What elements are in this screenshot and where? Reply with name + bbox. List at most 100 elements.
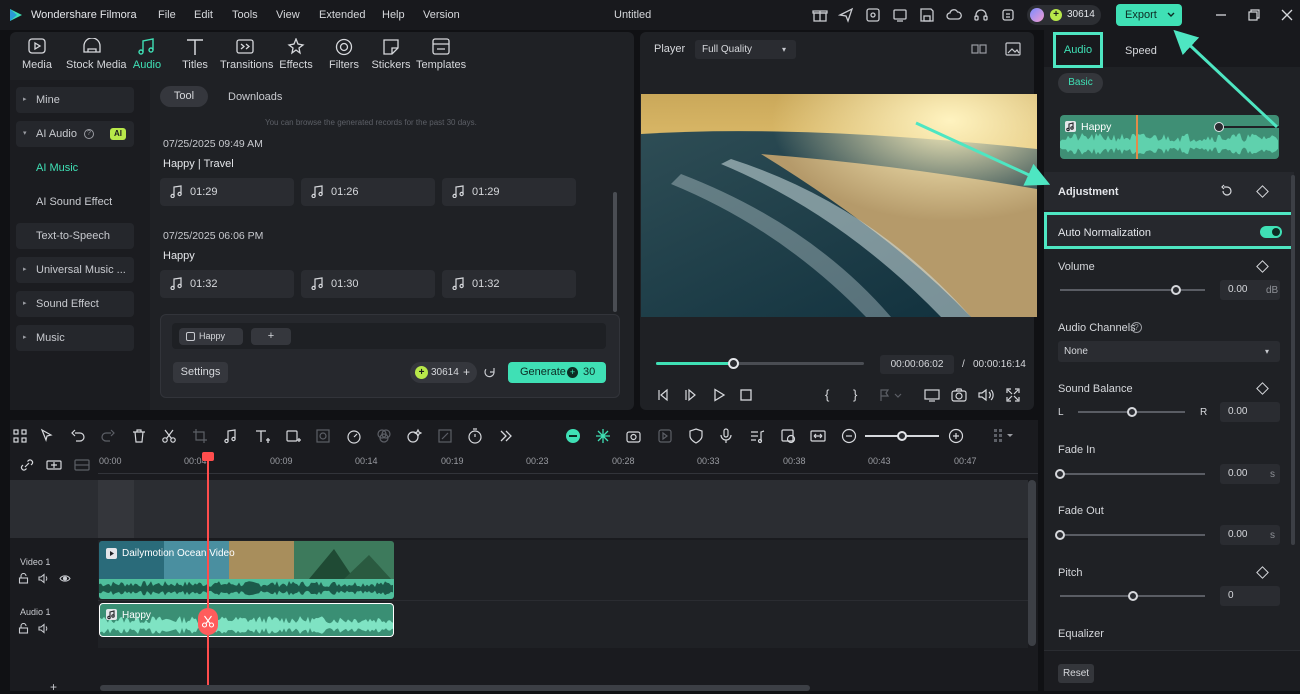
- play-icon[interactable]: [712, 388, 726, 402]
- sidebar-item-ai-music[interactable]: AI Music: [36, 162, 78, 174]
- mask-icon[interactable]: [315, 428, 331, 444]
- track-manager-icon[interactable]: [74, 458, 90, 472]
- ai-tool-icon[interactable]: [406, 428, 422, 444]
- tab-audio[interactable]: Audio: [122, 38, 172, 71]
- credits-chip[interactable]: + 30614 +: [410, 362, 477, 383]
- stabilize-icon[interactable]: [657, 428, 673, 444]
- menu-file[interactable]: File: [158, 9, 176, 21]
- tab-stickers[interactable]: Stickers: [366, 38, 416, 71]
- audio-edit-icon[interactable]: [222, 428, 238, 444]
- mute-icon[interactable]: [38, 623, 50, 634]
- text-tool-icon[interactable]: [254, 428, 270, 444]
- ai-enhance-icon[interactable]: [595, 428, 611, 444]
- zoom-in-icon[interactable]: [948, 428, 964, 444]
- marker-icon[interactable]: [879, 388, 903, 402]
- pitch-knob[interactable]: [1127, 591, 1138, 601]
- timeline-vertical-scrollbar[interactable]: [1028, 480, 1036, 646]
- preview-volume-line[interactable]: [1219, 126, 1279, 128]
- headset-icon[interactable]: [973, 7, 989, 23]
- close-icon[interactable]: [1279, 7, 1295, 23]
- cloud-icon[interactable]: [946, 7, 962, 23]
- snapshot-icon[interactable]: [626, 428, 642, 444]
- camera-icon[interactable]: [951, 388, 967, 402]
- empty-track-area[interactable]: [10, 480, 1028, 538]
- more-tools-icon[interactable]: [498, 428, 514, 444]
- prev-frame-icon[interactable]: [656, 388, 670, 402]
- sidebar-item-sound-effect[interactable]: ▸ Sound Effect: [16, 291, 134, 317]
- delete-icon[interactable]: [131, 428, 147, 444]
- reset-adjustment-icon[interactable]: [1220, 184, 1234, 198]
- save-icon[interactable]: [919, 7, 935, 23]
- refresh-icon[interactable]: [483, 366, 496, 379]
- sidebar-item-universal-music[interactable]: ▸ Universal Music ...: [16, 257, 134, 283]
- shape-tool-icon[interactable]: [285, 428, 301, 444]
- display-icon[interactable]: [924, 388, 940, 402]
- tab-effects[interactable]: Effects: [271, 38, 321, 71]
- video-preview[interactable]: [641, 94, 1037, 317]
- time-ruler[interactable]: [98, 452, 1038, 474]
- fade-out-knob[interactable]: [1055, 530, 1065, 540]
- tab-tool[interactable]: Tool: [160, 86, 208, 107]
- mute-icon[interactable]: [38, 573, 50, 584]
- select-tool-icon[interactable]: [39, 428, 55, 444]
- redo-icon[interactable]: [100, 428, 116, 444]
- music-list-icon[interactable]: [749, 428, 765, 444]
- menu-view[interactable]: View: [276, 9, 300, 21]
- stop-icon[interactable]: [739, 388, 753, 402]
- templates-tb-icon[interactable]: [865, 7, 881, 23]
- tab-titles[interactable]: Titles: [170, 38, 220, 71]
- screen-icon[interactable]: [892, 7, 908, 23]
- compare-icon[interactable]: [971, 42, 987, 56]
- play-reverse-icon[interactable]: [684, 388, 698, 402]
- generate-button[interactable]: Generate + 30: [508, 362, 606, 383]
- layout-grid-icon[interactable]: [12, 428, 28, 444]
- fade-in-slider[interactable]: [1060, 473, 1205, 475]
- tab-stock-media[interactable]: Stock Media: [66, 38, 127, 71]
- zoom-knob[interactable]: [897, 431, 907, 441]
- timeline-horizontal-scrollbar[interactable]: [100, 685, 810, 691]
- help-icon[interactable]: ?: [1131, 322, 1142, 333]
- credits-badge[interactable]: + 30614: [1027, 5, 1101, 25]
- inspector-scrollbar[interactable]: [1291, 175, 1295, 545]
- volume-slider[interactable]: [1060, 289, 1205, 291]
- music-track-tile[interactable]: 01:32: [160, 270, 294, 298]
- zoom-slider[interactable]: [865, 431, 939, 441]
- menu-extended[interactable]: Extended: [319, 9, 365, 21]
- crop-icon[interactable]: [192, 428, 208, 444]
- zoom-out-icon[interactable]: [841, 428, 857, 444]
- fullscreen-icon[interactable]: [1006, 388, 1020, 402]
- tab-speed-inspector[interactable]: Speed: [1125, 45, 1157, 57]
- shield-icon[interactable]: [688, 428, 704, 444]
- tag-chip[interactable]: Happy: [179, 328, 243, 345]
- speed-icon[interactable]: [346, 428, 362, 444]
- gift-icon[interactable]: [812, 7, 828, 23]
- sidebar-item-ai-sound-effect[interactable]: AI Sound Effect: [36, 196, 112, 208]
- menu-tools[interactable]: Tools: [232, 9, 258, 21]
- sound-balance-knob[interactable]: [1126, 407, 1137, 417]
- fade-in-knob[interactable]: [1055, 469, 1065, 479]
- add-tag-button[interactable]: +: [251, 328, 291, 345]
- playhead[interactable]: [207, 454, 209, 691]
- audio-clip[interactable]: Happy: [99, 603, 394, 637]
- playhead-handle[interactable]: [202, 452, 214, 461]
- lock-icon[interactable]: [18, 573, 29, 584]
- browser-scrollbar[interactable]: [613, 192, 617, 312]
- sidebar-item-music[interactable]: ▸ Music: [16, 325, 134, 351]
- tab-media[interactable]: Media: [12, 38, 62, 71]
- send-icon[interactable]: [838, 7, 854, 23]
- sidebar-item-mine[interactable]: ▸ Mine: [16, 87, 134, 113]
- microphone-icon[interactable]: [718, 428, 734, 444]
- menu-version[interactable]: Version: [423, 9, 460, 21]
- freeze-icon[interactable]: [437, 428, 453, 444]
- tab-templates[interactable]: Templates: [416, 38, 466, 71]
- undo-icon[interactable]: [70, 428, 86, 444]
- audio-channels-select[interactable]: None ▾: [1058, 341, 1280, 362]
- playback-progress[interactable]: [656, 358, 864, 369]
- add-icon[interactable]: +: [50, 681, 57, 693]
- music-track-tile[interactable]: 01:26: [301, 178, 435, 206]
- music-track-tile[interactable]: 01:29: [442, 178, 576, 206]
- sidebar-item-text-to-speech[interactable]: Text-to-Speech: [16, 223, 134, 249]
- render-icon[interactable]: [565, 428, 581, 444]
- split-icon[interactable]: [161, 428, 177, 444]
- color-icon[interactable]: [376, 428, 392, 444]
